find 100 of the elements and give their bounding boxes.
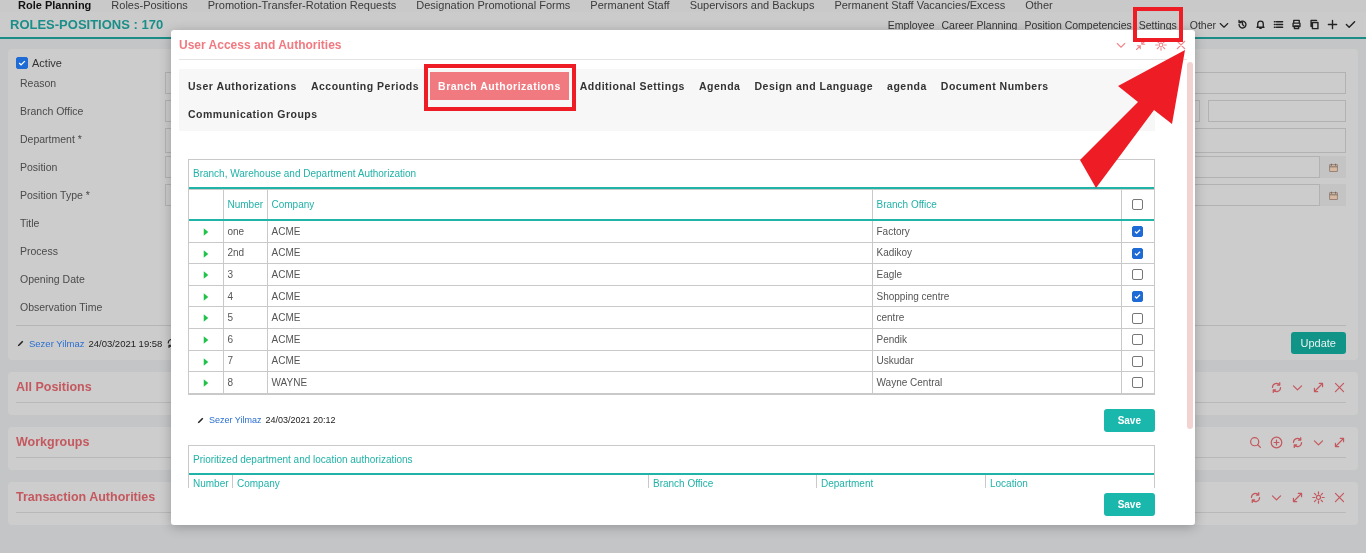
settings-icon[interactable] bbox=[1312, 490, 1325, 504]
expand-row-icon[interactable] bbox=[202, 313, 209, 324]
panel-title: Transaction Authorities bbox=[16, 490, 156, 504]
tab[interactable]: Communication Groups bbox=[185, 100, 321, 128]
nav-tab[interactable]: Other bbox=[1025, 0, 1053, 12]
column-header: Department bbox=[817, 474, 986, 488]
input-field[interactable] bbox=[1208, 100, 1346, 122]
table-cell: 8 bbox=[223, 371, 267, 394]
calendar-button[interactable] bbox=[1320, 184, 1346, 206]
close-icon[interactable] bbox=[1175, 38, 1187, 51]
nav-tab[interactable]: Roles-Positions bbox=[111, 0, 188, 12]
row-checkbox[interactable] bbox=[1132, 312, 1144, 324]
table-cell: Pendik bbox=[872, 328, 1121, 351]
table-cell: ACME bbox=[267, 350, 872, 372]
row-checkbox[interactable] bbox=[1132, 291, 1144, 302]
table-cell: ACME bbox=[267, 263, 872, 286]
tab[interactable]: Document Numbers bbox=[937, 72, 1052, 100]
field-label: Branch Office bbox=[19, 104, 85, 117]
other-menu[interactable]: Other bbox=[1189, 18, 1230, 31]
refresh-icon[interactable] bbox=[1249, 490, 1262, 504]
check-icon[interactable] bbox=[1345, 19, 1356, 30]
refresh-icon[interactable] bbox=[1291, 435, 1304, 449]
table-cell: ACME bbox=[267, 220, 872, 243]
header-link[interactable]: Career Planning bbox=[941, 18, 1018, 31]
table-cell: ACME bbox=[267, 285, 872, 307]
page-title: ROLES-POSITIONS : 170 bbox=[10, 17, 164, 32]
expand-icon[interactable] bbox=[1291, 490, 1304, 504]
header-link[interactable]: Position Competencies bbox=[1024, 18, 1132, 31]
tab[interactable]: User Authorizations bbox=[185, 72, 300, 100]
nav-tab[interactable]: Designation Promotional Forms bbox=[416, 0, 571, 12]
header-link[interactable]: Settings bbox=[1138, 18, 1177, 31]
expand-row-icon[interactable] bbox=[202, 226, 209, 237]
row-checkbox[interactable] bbox=[1132, 334, 1144, 346]
printer-icon[interactable] bbox=[1291, 19, 1302, 30]
expand-row-icon[interactable] bbox=[202, 378, 209, 389]
expand-row-icon[interactable] bbox=[202, 270, 209, 281]
panel-title: Workgroups bbox=[16, 435, 90, 449]
refresh-icon[interactable] bbox=[1270, 380, 1283, 394]
bell-icon[interactable] bbox=[1255, 19, 1266, 30]
author-link[interactable]: Sezer Yilmaz bbox=[209, 415, 262, 426]
table-cell: Eagle bbox=[872, 263, 1121, 286]
column-header: Company bbox=[267, 189, 872, 220]
tab[interactable]: Accounting Periods bbox=[307, 72, 423, 100]
nav-tab[interactable]: Supervisors and Backups bbox=[689, 0, 815, 12]
expand-row-icon[interactable] bbox=[202, 356, 209, 367]
row-checkbox[interactable] bbox=[1132, 269, 1144, 281]
calendar-button[interactable] bbox=[1320, 156, 1346, 178]
annotation-box bbox=[1133, 7, 1183, 42]
table-cell: 5 bbox=[223, 306, 267, 329]
table-cell: 2nd bbox=[223, 242, 267, 264]
plus-icon[interactable] bbox=[1327, 19, 1338, 30]
modal-title: User Access and Authorities bbox=[179, 37, 342, 52]
close-icon[interactable] bbox=[1333, 490, 1346, 504]
expand-icon[interactable] bbox=[1312, 380, 1325, 394]
expand-row-icon[interactable] bbox=[202, 334, 209, 345]
tab[interactable]: Design and Language bbox=[751, 72, 877, 100]
table-cell: 7 bbox=[223, 350, 267, 372]
row-checkbox[interactable] bbox=[1132, 226, 1144, 238]
header-link[interactable]: Employee bbox=[887, 18, 935, 31]
column-header: Location bbox=[989, 476, 1029, 488]
expand-icon[interactable] bbox=[1333, 435, 1346, 449]
nav-tab[interactable]: Permanent Staff bbox=[590, 0, 670, 12]
pencil-icon bbox=[196, 415, 205, 425]
column-header: Branch Office bbox=[649, 474, 817, 488]
row-checkbox[interactable] bbox=[1132, 377, 1144, 389]
tab[interactable]: agenda bbox=[884, 72, 930, 100]
expand-row-icon[interactable] bbox=[202, 291, 209, 302]
tab[interactable]: Additional Settings bbox=[576, 72, 688, 100]
row-checkbox[interactable] bbox=[1132, 247, 1144, 259]
calendar-icon bbox=[1327, 189, 1339, 201]
row-checkbox[interactable] bbox=[1132, 355, 1144, 367]
scrollbar[interactable] bbox=[1187, 62, 1193, 429]
table-cell: ACME bbox=[267, 242, 872, 264]
table-cell: Factory bbox=[872, 220, 1121, 243]
table-cell: ACME bbox=[267, 306, 872, 329]
nav-tab[interactable]: Role Planning bbox=[18, 0, 92, 12]
table-cell: Kadikoy bbox=[872, 242, 1121, 264]
active-checkbox[interactable] bbox=[16, 57, 28, 69]
copy-icon[interactable] bbox=[1309, 19, 1320, 30]
history-icon[interactable] bbox=[1237, 19, 1248, 30]
field-label: Process bbox=[19, 244, 59, 257]
close-icon[interactable] bbox=[1333, 380, 1346, 394]
table-cell: Shopping centre bbox=[872, 285, 1121, 307]
table-cell: Wayne Central bbox=[872, 371, 1121, 394]
field-label: Reason bbox=[19, 76, 58, 89]
table-cell: Uskudar bbox=[872, 350, 1121, 372]
table-cell: 3 bbox=[223, 263, 267, 286]
table-cell: 6 bbox=[223, 328, 267, 351]
column-header: Number bbox=[189, 474, 233, 488]
list-icon[interactable] bbox=[1273, 19, 1284, 30]
timestamp: 24/03/2021 19:58 bbox=[88, 337, 163, 349]
search-icon[interactable] bbox=[1249, 435, 1262, 449]
expand-row-icon[interactable] bbox=[202, 248, 209, 259]
field-label: Title bbox=[19, 216, 41, 229]
nav-tab[interactable]: Promotion-Transfer-Rotation Requests bbox=[207, 0, 397, 12]
nav-tab[interactable]: Permanent Staff Vacancies/Excess bbox=[834, 0, 1006, 12]
panel-title: All Positions bbox=[16, 380, 92, 394]
tab[interactable]: Agenda bbox=[695, 72, 744, 100]
field-label: Department * bbox=[19, 132, 83, 145]
select-all-checkbox[interactable] bbox=[1132, 199, 1144, 211]
